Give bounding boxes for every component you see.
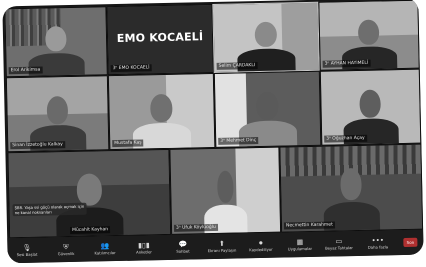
participant-name: 3ⁿ AYHAN HAYIMELİ <box>322 59 371 68</box>
participant-name: Necmettin Karahmet <box>283 221 335 230</box>
participants-button[interactable]: 👥 Katılımcılar <box>85 236 125 262</box>
chat-button[interactable]: 💬 Sohbet <box>163 234 203 260</box>
organization-banner: EMO KOCAELİ <box>116 30 204 46</box>
end-meeting-area: Son <box>397 230 424 256</box>
participant-name: Erol Arikimsa <box>8 66 43 75</box>
photo-frame: Erol Arikimsa EMO KOCAELİ 3ⁿ EMO KOCAELİ… <box>0 0 426 267</box>
participant-name: 3ⁿ EMO KOCAELİ <box>110 64 152 73</box>
chat-preview[interactable]: ŞBR. Yaşa ssi göçü olarak açmak için ne … <box>12 202 87 217</box>
video-grid: Erol Arikimsa EMO KOCAELİ 3ⁿ EMO KOCAELİ… <box>2 0 424 239</box>
participant-name: Sinan İzzetoğlu Kalkay <box>10 141 65 150</box>
end-meeting-button[interactable]: Son <box>403 237 418 248</box>
participant-tile[interactable]: Erol Arikimsa <box>4 6 108 78</box>
participant-video <box>323 162 381 231</box>
meeting-window: Erol Arikimsa EMO KOCAELİ 3ⁿ EMO KOCAELİ… <box>2 0 424 264</box>
apps-icon: ▦ <box>296 238 304 247</box>
participant-name: Mustafa Kaş <box>112 139 144 148</box>
participant-name: Selim ÇARDAKLI <box>216 62 258 70</box>
polls-icon: ▮▯▮ <box>138 241 150 250</box>
record-button[interactable]: ⏺ Kaydediliyor <box>241 233 281 259</box>
participant-name: 3ⁿ Mehmet Dinç <box>218 137 259 145</box>
participant-tile[interactable]: Necmettin Karahmet <box>279 143 424 233</box>
security-button[interactable]: ⛨ Güvenlik <box>46 237 86 263</box>
participant-tile[interactable]: 3ⁿ Ufuk Köylüoğlu <box>169 146 282 235</box>
apps-button[interactable]: ▦ Uygulamalar <box>280 232 320 258</box>
participant-tile[interactable]: 3ⁿ Mehmet Dinç <box>213 70 322 148</box>
participants-icon: 👥 <box>100 242 110 251</box>
active-speaker-tile[interactable]: Selim ÇARDAKLI <box>212 1 320 73</box>
participant-name: Mücahit Kayhan <box>69 226 111 235</box>
mic-icon: 🎙 <box>22 243 32 253</box>
participant-tile[interactable]: Mücahit Kayhan <box>7 148 172 239</box>
participant-video <box>203 165 248 234</box>
whiteboard-icon: ▭ <box>335 237 343 246</box>
chat-icon: 💬 <box>178 240 188 249</box>
participant-tile[interactable]: Mustafa Kaş <box>107 72 216 151</box>
shield-icon: ⛨ <box>63 243 69 252</box>
participant-name: 3ⁿ Oğuzhan Açay <box>324 134 367 143</box>
share-screen-icon: ⬆ <box>218 239 225 248</box>
participant-tile[interactable]: 3ⁿ AYHAN HAYIMELİ <box>318 0 420 71</box>
participant-tile[interactable]: EMO KOCAELİ 3ⁿ EMO KOCAELİ <box>106 3 214 76</box>
whiteboard-button[interactable]: ▭ Beyaz Tahtalar <box>319 231 359 257</box>
polls-button[interactable]: ▮▯▮ Anketler <box>124 235 164 261</box>
participant-tile[interactable]: Sinan İzzetoğlu Kalkay <box>5 75 110 153</box>
record-icon: ⏺ <box>259 238 263 248</box>
more-icon: ••• <box>371 236 385 245</box>
participant-name: 3ⁿ Ufuk Köylüoğlu <box>173 223 218 232</box>
share-screen-button[interactable]: ⬆ Ekranı Paylaşın <box>202 233 242 259</box>
more-button[interactable]: ••• Daha fazla <box>358 230 398 256</box>
mute-button[interactable]: 🎙 Sesi Başlat <box>7 238 47 264</box>
participant-tile[interactable]: 3ⁿ Oğuzhan Açay <box>319 68 422 146</box>
